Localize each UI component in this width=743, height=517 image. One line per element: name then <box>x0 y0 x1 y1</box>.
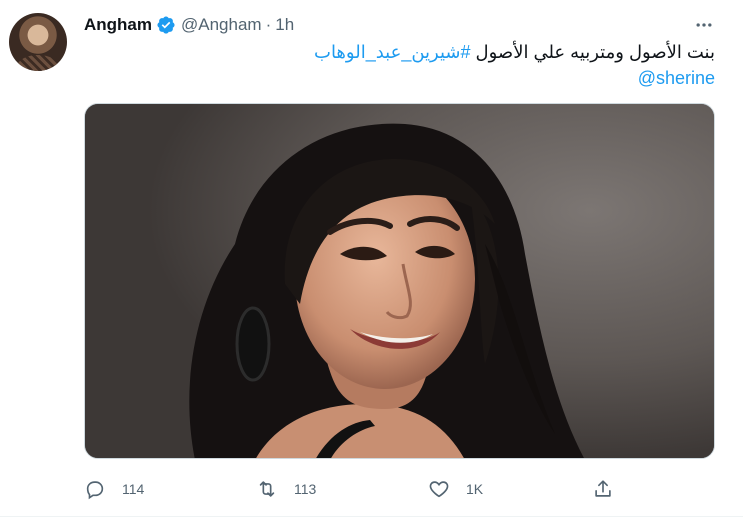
tweet-text-plain: بنت الأصول ومتربيه علي الأصول <box>475 42 715 62</box>
tweet-card[interactable]: Angham @Angham · 1h بنت الأصول ومتربيه ع… <box>0 0 743 517</box>
tweet-header: Angham @Angham · 1h <box>84 13 294 37</box>
like-button[interactable]: 1K <box>428 474 483 504</box>
header-separator: · <box>265 15 272 34</box>
photo-portrait-illustration <box>85 104 714 458</box>
share-button[interactable] <box>592 474 630 504</box>
tweet-photo[interactable] <box>84 103 715 459</box>
share-icon <box>595 480 611 497</box>
reply-button[interactable]: 114 <box>84 474 144 504</box>
more-options-icon[interactable] <box>693 14 715 36</box>
avatar-image-detail <box>17 55 59 71</box>
timestamp[interactable]: 1h <box>275 15 294 35</box>
tweet-actions: 114 113 1K <box>84 474 624 504</box>
retweet-icon <box>259 481 275 497</box>
verified-badge-icon <box>156 15 176 35</box>
avatar[interactable] <box>9 13 67 71</box>
like-count: 1K <box>466 481 484 497</box>
author-handle[interactable]: @Angham <box>181 15 262 35</box>
author-name[interactable]: Angham <box>84 15 152 35</box>
heart-icon <box>429 481 449 498</box>
reply-count: 114 <box>122 481 145 497</box>
retweet-button[interactable]: 113 <box>256 474 316 504</box>
mention-link[interactable]: @sherine <box>638 66 715 90</box>
tweet-text: بنت الأصول ومتربيه علي الأصول #شيرين_عبد… <box>314 40 715 64</box>
reply-icon <box>86 481 104 500</box>
retweet-count: 113 <box>294 481 317 497</box>
hashtag-link[interactable]: #شيرين_عبد_الوهاب <box>314 42 471 62</box>
